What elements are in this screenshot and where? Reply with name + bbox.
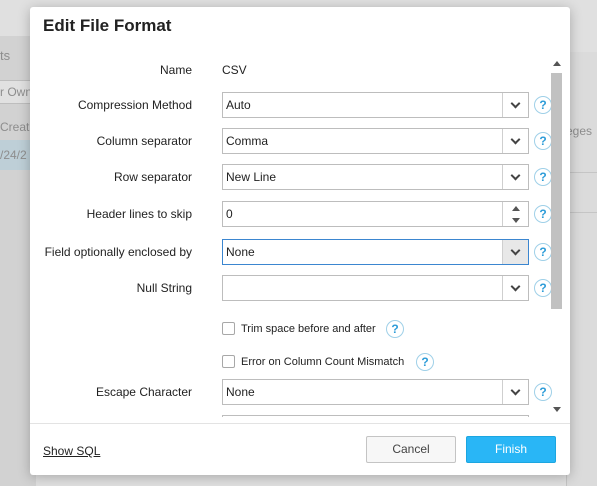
dialog-footer: Show SQL Cancel Finish [30, 423, 570, 475]
name-label: Name [159, 63, 192, 77]
chevron-down-icon[interactable] [502, 165, 528, 189]
row-separator-value: New Line [226, 170, 277, 184]
header-lines-value: 0 [226, 207, 233, 221]
compression-select-value: Auto [226, 98, 251, 112]
increment-icon[interactable] [503, 202, 528, 214]
column-separator-label: Column separator [96, 134, 192, 148]
scrollbar-thumb[interactable] [551, 73, 562, 309]
decrement-icon[interactable] [503, 214, 528, 226]
escape-character-label: Escape Character [95, 385, 192, 399]
header-lines-label: Header lines to skip [86, 207, 192, 221]
row-separator-row: Row separator New Line ? [30, 164, 552, 190]
column-separator-select[interactable]: Comma [222, 128, 529, 154]
next-field-select[interactable] [222, 415, 529, 417]
column-separator-value: Comma [226, 134, 269, 148]
next-field-row [30, 415, 550, 417]
dialog-body: Name CSV Compression Method Auto ? Colum… [30, 49, 570, 417]
escape-character-select[interactable]: None [222, 379, 529, 405]
null-string-select[interactable] [222, 275, 529, 301]
help-icon[interactable]: ? [534, 243, 552, 261]
dialog-title: Edit File Format [43, 16, 172, 35]
name-value: CSV [222, 63, 247, 77]
enclosed-label: Field optionally enclosed by [44, 245, 192, 259]
help-icon[interactable]: ? [386, 320, 404, 338]
chevron-down-icon[interactable] [502, 240, 528, 264]
enclosed-select[interactable]: None [222, 239, 529, 265]
edit-file-format-dialog: Edit File Format Name CSV Compression Me… [30, 7, 570, 475]
column-count-mismatch-checkbox[interactable] [222, 355, 235, 368]
header-lines-row: Header lines to skip 0 ? [30, 201, 552, 227]
escape-character-value: None [226, 385, 255, 399]
cancel-button[interactable]: Cancel [366, 436, 456, 463]
compression-row: Compression Method Auto ? [30, 92, 552, 118]
header-lines-stepper[interactable]: 0 [222, 201, 529, 227]
chevron-down-icon[interactable] [502, 276, 528, 300]
chevron-down-icon[interactable] [502, 129, 528, 153]
enclosed-value: None [226, 245, 255, 259]
scroll-down-icon[interactable] [553, 407, 561, 412]
help-icon[interactable]: ? [416, 353, 434, 371]
compression-label: Compression Method [77, 98, 192, 112]
help-icon[interactable]: ? [534, 205, 552, 223]
null-string-label: Null String [136, 281, 192, 295]
dialog-scrollbar[interactable] [551, 57, 563, 417]
chevron-down-icon[interactable] [502, 93, 528, 117]
chevron-down-icon[interactable] [502, 380, 528, 404]
finish-button[interactable]: Finish [466, 436, 556, 463]
row-separator-label: Row separator [113, 170, 192, 184]
null-string-row: Null String ? [30, 275, 552, 301]
show-sql-link[interactable]: Show SQL [43, 444, 100, 458]
help-icon[interactable]: ? [534, 168, 552, 186]
help-icon[interactable]: ? [534, 132, 552, 150]
help-icon[interactable]: ? [534, 279, 552, 297]
stepper-buttons [502, 202, 528, 226]
compression-select[interactable]: Auto [222, 92, 529, 118]
scroll-up-icon[interactable] [553, 61, 561, 66]
trim-space-label: Trim space before and after [241, 323, 376, 335]
help-icon[interactable]: ? [534, 96, 552, 114]
row-separator-select[interactable]: New Line [222, 164, 529, 190]
enclosed-row: Field optionally enclosed by None ? [30, 239, 552, 265]
column-count-mismatch-label: Error on Column Count Mismatch [241, 356, 405, 368]
escape-character-row: Escape Character None ? [30, 379, 552, 405]
column-separator-row: Column separator Comma ? [30, 128, 552, 154]
help-icon[interactable]: ? [534, 383, 552, 401]
trim-space-checkbox[interactable] [222, 322, 235, 335]
name-row: Name CSV [30, 57, 550, 83]
